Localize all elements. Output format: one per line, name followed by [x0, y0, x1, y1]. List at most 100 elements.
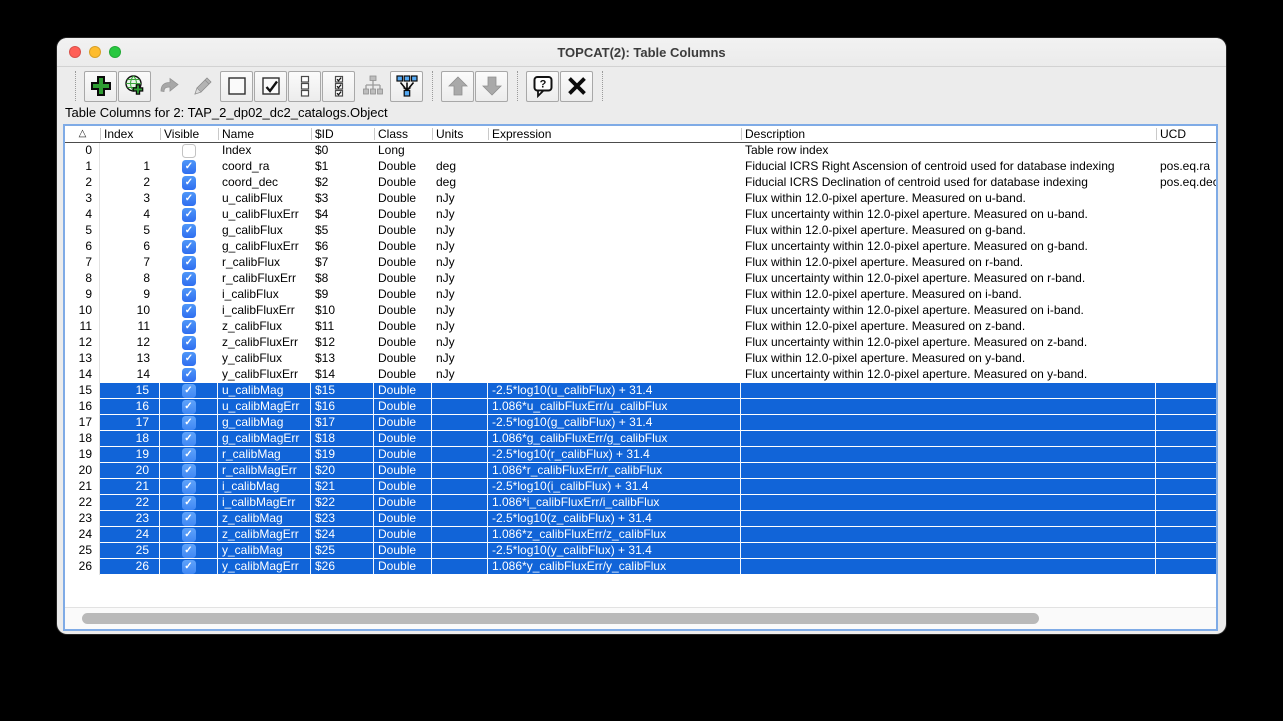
table-row[interactable]: 2121i_calibMag$21Double-2.5*log10(i_cali…	[65, 479, 1216, 495]
checkbox-unchecked-icon[interactable]	[182, 144, 196, 158]
column-header-visible[interactable]: Visible	[160, 126, 218, 142]
table-row[interactable]: 44u_calibFluxErr$4DoublenJyFlux uncertai…	[65, 207, 1216, 223]
checkbox-checked-icon[interactable]	[182, 304, 196, 318]
horizontal-scrollbar[interactable]	[65, 607, 1216, 629]
ucd-cell	[1156, 495, 1218, 511]
checkbox-checked-icon[interactable]	[182, 160, 196, 174]
table-row[interactable]: 77r_calibFlux$7DoublenJyFlux within 12.0…	[65, 255, 1216, 271]
table-row[interactable]: 1919r_calibMag$19Double-2.5*log10(r_cali…	[65, 447, 1216, 463]
add-column-button[interactable]	[84, 71, 117, 102]
toolbar: ?	[57, 67, 1226, 105]
table-row[interactable]: 1717g_calibMag$17Double-2.5*log10(g_cali…	[65, 415, 1216, 431]
sort-ascending-icon[interactable]: △	[65, 126, 100, 142]
units-cell	[432, 431, 488, 447]
table-row[interactable]: 66g_calibFluxErr$6DoublenJyFlux uncertai…	[65, 239, 1216, 255]
column-header-units[interactable]: Units	[432, 126, 488, 142]
table-row[interactable]: 1818g_calibMagErr$18Double1.086*g_calibF…	[65, 431, 1216, 447]
help-button[interactable]: ?	[526, 71, 559, 102]
visible-cell	[160, 511, 218, 527]
visible-cell	[160, 463, 218, 479]
hide-all-button[interactable]	[220, 71, 253, 102]
column-header-expression[interactable]: Expression	[488, 126, 741, 142]
table-row[interactable]: 1616u_calibMagErr$16Double1.086*u_calibF…	[65, 399, 1216, 415]
id-cell: $16	[311, 399, 374, 415]
class-cell: Double	[374, 415, 432, 431]
checkbox-checked-icon[interactable]	[182, 240, 196, 254]
column-header-index[interactable]: Index	[100, 126, 160, 142]
checkbox-checked-icon[interactable]	[182, 432, 196, 446]
checkbox-checked-icon[interactable]	[182, 400, 196, 414]
class-cell: Double	[374, 191, 432, 207]
table-row[interactable]: 2020r_calibMagErr$20Double1.086*r_calibF…	[65, 463, 1216, 479]
topcat-table-columns-window: TOPCAT(2): Table Columns	[57, 38, 1226, 634]
checkbox-checked-icon[interactable]	[182, 512, 196, 526]
checkbox-checked-icon[interactable]	[182, 336, 196, 350]
checkbox-stack-empty-icon	[293, 74, 317, 98]
table-row[interactable]: 11coord_ra$1DoubledegFiducial ICRS Right…	[65, 159, 1216, 175]
reveal-selected-button[interactable]	[322, 71, 355, 102]
id-cell: $3	[311, 191, 374, 207]
close-button[interactable]	[560, 71, 593, 102]
checkbox-checked-icon[interactable]	[182, 320, 196, 334]
id-cell: $9	[311, 287, 374, 303]
table-row[interactable]: 33u_calibFlux$3DoublenJyFlux within 12.0…	[65, 191, 1216, 207]
checkbox-checked-icon[interactable]	[182, 224, 196, 238]
checkbox-checked-icon[interactable]	[182, 192, 196, 206]
table-row[interactable]: 2424z_calibMagErr$24Double1.086*z_calibF…	[65, 527, 1216, 543]
description-cell	[741, 495, 1156, 511]
table-row[interactable]: 2323z_calibMag$23Double-2.5*log10(z_cali…	[65, 511, 1216, 527]
table-row[interactable]: 55g_calibFlux$5DoublenJyFlux within 12.0…	[65, 223, 1216, 239]
svg-text:?: ?	[539, 79, 546, 91]
checkbox-checked-icon[interactable]	[182, 352, 196, 366]
id-cell: $21	[311, 479, 374, 495]
checkbox-checked-icon[interactable]	[182, 480, 196, 494]
zoom-window-button[interactable]	[109, 46, 121, 58]
checkbox-checked-icon[interactable]	[182, 464, 196, 478]
units-cell: nJy	[432, 223, 488, 239]
checkbox-checked-icon[interactable]	[182, 256, 196, 270]
checkbox-checked-icon[interactable]	[182, 176, 196, 190]
checkbox-checked-icon[interactable]	[182, 544, 196, 558]
reveal-all-button[interactable]	[254, 71, 287, 102]
checkbox-stack-checked-icon	[327, 74, 351, 98]
checkbox-checked-icon[interactable]	[182, 368, 196, 382]
column-header-name[interactable]: Name	[218, 126, 311, 142]
table-row[interactable]: 1515u_calibMag$15Double-2.5*log10(u_cali…	[65, 383, 1216, 399]
checkbox-checked-icon[interactable]	[182, 208, 196, 222]
table-row[interactable]: 2626y_calibMagErr$26Double1.086*y_calibF…	[65, 559, 1216, 575]
column-header-ucd[interactable]: UCD	[1156, 126, 1218, 142]
checkbox-checked-icon[interactable]	[182, 416, 196, 430]
column-header-id[interactable]: $ID	[311, 126, 374, 142]
checkbox-checked-icon[interactable]	[182, 560, 196, 574]
scrollbar-thumb[interactable]	[82, 613, 1039, 624]
add-sky-columns-button[interactable]	[118, 71, 151, 102]
checkbox-checked-icon[interactable]	[182, 272, 196, 286]
table-row[interactable]: 0Index$0LongTable row index	[65, 143, 1216, 159]
ucd-cell	[1156, 559, 1218, 575]
table-row[interactable]: 1212z_calibFluxErr$12DoublenJyFlux uncer…	[65, 335, 1216, 351]
table-row[interactable]: 2222i_calibMagErr$22Double1.086*i_calibF…	[65, 495, 1216, 511]
table-row[interactable]: 1010i_calibFluxErr$10DoublenJyFlux uncer…	[65, 303, 1216, 319]
checkbox-checked-icon[interactable]	[182, 528, 196, 542]
checked-checkbox-icon	[259, 74, 283, 98]
close-window-button[interactable]	[69, 46, 81, 58]
checkbox-checked-icon[interactable]	[182, 448, 196, 462]
table-row[interactable]: 1414y_calibFluxErr$14DoublenJyFlux uncer…	[65, 367, 1216, 383]
collect-columns-button[interactable]	[390, 71, 423, 102]
checkbox-checked-icon[interactable]	[182, 288, 196, 302]
table-row[interactable]: 1313y_calibFlux$13DoublenJyFlux within 1…	[65, 351, 1216, 367]
visible-cell	[160, 447, 218, 463]
table-row[interactable]: 88r_calibFluxErr$8DoublenJyFlux uncertai…	[65, 271, 1216, 287]
table-row[interactable]: 1111z_calibFlux$11DoublenJyFlux within 1…	[65, 319, 1216, 335]
units-cell	[432, 559, 488, 575]
minimize-window-button[interactable]	[89, 46, 101, 58]
hide-selected-button[interactable]	[288, 71, 321, 102]
checkbox-checked-icon[interactable]	[182, 496, 196, 510]
column-header-description[interactable]: Description	[741, 126, 1156, 142]
table-row[interactable]: 2525y_calibMag$25Double-2.5*log10(y_cali…	[65, 543, 1216, 559]
visible-cell	[160, 367, 218, 383]
column-header-class[interactable]: Class	[374, 126, 432, 142]
table-row[interactable]: 22coord_dec$2DoubledegFiducial ICRS Decl…	[65, 175, 1216, 191]
table-row[interactable]: 99i_calibFlux$9DoublenJyFlux within 12.0…	[65, 287, 1216, 303]
checkbox-checked-icon[interactable]	[182, 384, 196, 398]
